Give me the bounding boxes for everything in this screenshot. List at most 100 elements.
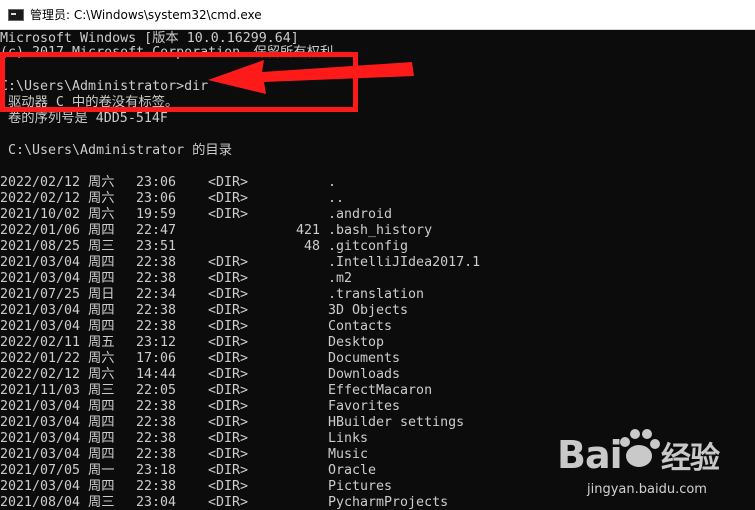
entry-weekday: 周四	[88, 431, 115, 446]
entry-date: 2021/08/04	[0, 495, 81, 510]
entry-time: 22:38	[136, 319, 177, 334]
directory-entry-row: 2022/01/06 周四 22:47 421 .bash_history	[0, 223, 755, 239]
entry-name: Downloads	[328, 367, 401, 382]
entry-type: <DIR>	[208, 271, 249, 286]
entry-name: Music	[328, 447, 369, 462]
entry-weekday: 周四	[88, 319, 115, 334]
entry-weekday: 周四	[88, 255, 115, 270]
entry-time: 22:38	[136, 255, 177, 270]
entry-type: <DIR>	[208, 367, 249, 382]
watermark-url: jingyan.baidu.com	[587, 482, 707, 497]
entry-name: .translation	[328, 287, 425, 302]
entry-date: 2021/08/25	[0, 239, 81, 254]
entry-weekday: 周六	[88, 175, 115, 190]
entry-date: 2021/03/04	[0, 399, 81, 414]
entry-date: 2021/07/05	[0, 463, 81, 478]
entry-time: 22:38	[136, 271, 177, 286]
directory-entry-row: 2022/02/12 周六 23:06 <DIR>..	[0, 191, 755, 207]
title-bar: 管理员: C:\Windows\system32\cmd.exe	[0, 0, 755, 30]
entry-time: 22:05	[136, 383, 177, 398]
entry-name: Oracle	[328, 463, 377, 478]
entry-name: PycharmProjects	[328, 495, 449, 510]
entry-name: ..	[328, 191, 345, 206]
baidu-jingyan-watermark: Bai 经验 jingyan.baidu.com	[557, 426, 747, 506]
entry-date: 2021/03/04	[0, 447, 81, 462]
entry-weekday: 周六	[88, 367, 115, 382]
entry-weekday: 周六	[88, 191, 115, 206]
directory-entry-row: 2022/02/11 周五 23:12 <DIR> Desktop	[0, 335, 755, 351]
watermark-logo: Bai 经验	[557, 426, 737, 482]
entry-date: 2021/11/03	[0, 383, 81, 398]
entry-time: 22:34	[136, 287, 177, 302]
entry-weekday: 周四	[88, 399, 115, 414]
entry-date: 2021/03/04	[0, 303, 81, 318]
entry-type: <DIR>	[208, 255, 249, 270]
entry-name: Links	[328, 431, 369, 446]
entry-time: 22:38	[136, 399, 177, 414]
entry-name: Favorites	[328, 399, 401, 414]
entry-weekday: 周四	[88, 479, 115, 494]
entry-weekday: 周四	[88, 223, 115, 238]
entry-type: <DIR>	[208, 431, 249, 446]
entry-date: 2022/02/12	[0, 367, 81, 382]
entry-name: EffectMacaron	[328, 383, 433, 398]
cmd-icon	[8, 8, 24, 21]
entry-date: 2021/03/04	[0, 319, 81, 334]
entry-name: .m2	[328, 271, 353, 286]
entry-name: .bash_history	[328, 223, 433, 238]
entry-type: <DIR>	[208, 335, 249, 350]
entry-type: <DIR>	[208, 399, 249, 414]
entry-weekday: 周六	[88, 207, 115, 222]
entry-date: 2021/07/25	[0, 287, 81, 302]
entry-name: HBuilder settings	[328, 415, 465, 430]
entry-date: 2021/10/02	[0, 207, 81, 222]
entry-type: <DIR>	[208, 303, 249, 318]
entry-time: 22:38	[136, 431, 177, 446]
svg-text:Bai: Bai	[557, 433, 622, 477]
entry-name: 3D Objects	[328, 303, 409, 318]
entry-weekday: 周三	[88, 495, 115, 510]
entry-date: 2022/02/12	[0, 191, 81, 206]
entry-time: 22:47	[136, 223, 177, 238]
entry-size: 421	[295, 223, 320, 238]
entry-time: 22:38	[136, 303, 177, 318]
entry-date: 2021/03/04	[0, 479, 81, 494]
directory-entry-row: 2021/11/03 周三 22:05 <DIR> EffectMacaron	[0, 383, 755, 399]
entry-time: 23:51	[136, 239, 177, 254]
entry-date: 2021/03/04	[0, 431, 81, 446]
entry-time: 17:06	[136, 351, 177, 366]
entry-time: 23:12	[136, 335, 177, 350]
window-title: 管理员: C:\Windows\system32\cmd.exe	[30, 8, 262, 22]
entry-size: 48	[303, 239, 320, 254]
entry-date: 2021/03/04	[0, 415, 81, 430]
entry-weekday: 周三	[88, 383, 115, 398]
baidu-paw-logo: Bai 经验	[557, 429, 721, 477]
directory-entry-row: 2022/02/12 周六 14:44 <DIR> Downloads	[0, 367, 755, 383]
entry-name: .gitconfig	[328, 239, 409, 254]
directory-entry-row: 2022/01/22 周六 17:06 <DIR> Documents	[0, 351, 755, 367]
entry-time: 22:38	[136, 479, 177, 494]
entry-type: <DIR>	[208, 463, 249, 478]
entry-date: 2022/01/06	[0, 223, 81, 238]
entry-weekday: 周五	[88, 335, 115, 350]
entry-type: <DIR>	[208, 479, 249, 494]
entry-weekday: 周四	[88, 271, 115, 286]
serial-number-line: 卷的序列号是 4DD5-514F	[0, 111, 168, 126]
entry-time: 23:06	[136, 175, 177, 190]
entry-type: <DIR>	[208, 207, 249, 222]
annotation-arrow-icon	[208, 60, 414, 94]
entry-time: 19:59	[136, 207, 177, 222]
entry-name: Pictures	[328, 479, 393, 494]
entry-weekday: 周四	[88, 303, 115, 318]
directory-entry-row: 2021/10/02 周六 19:59 <DIR> .android	[0, 207, 755, 223]
directory-entry-row: 2021/07/25 周日 22:34 <DIR> .translation	[0, 287, 755, 303]
entry-time: 22:38	[136, 415, 177, 430]
entry-name: Documents	[328, 351, 401, 366]
entry-date: 2022/02/11	[0, 335, 81, 350]
directory-entry-row: 2021/03/04 周四 22:38 <DIR> .IntelliJIdea2017.…	[0, 255, 755, 271]
entry-time: 23:18	[136, 463, 177, 478]
entry-weekday: 周四	[88, 447, 115, 462]
entry-type: <DIR>	[208, 351, 249, 366]
entry-type: <DIR>	[208, 447, 249, 462]
entry-type: <DIR>	[208, 383, 249, 398]
